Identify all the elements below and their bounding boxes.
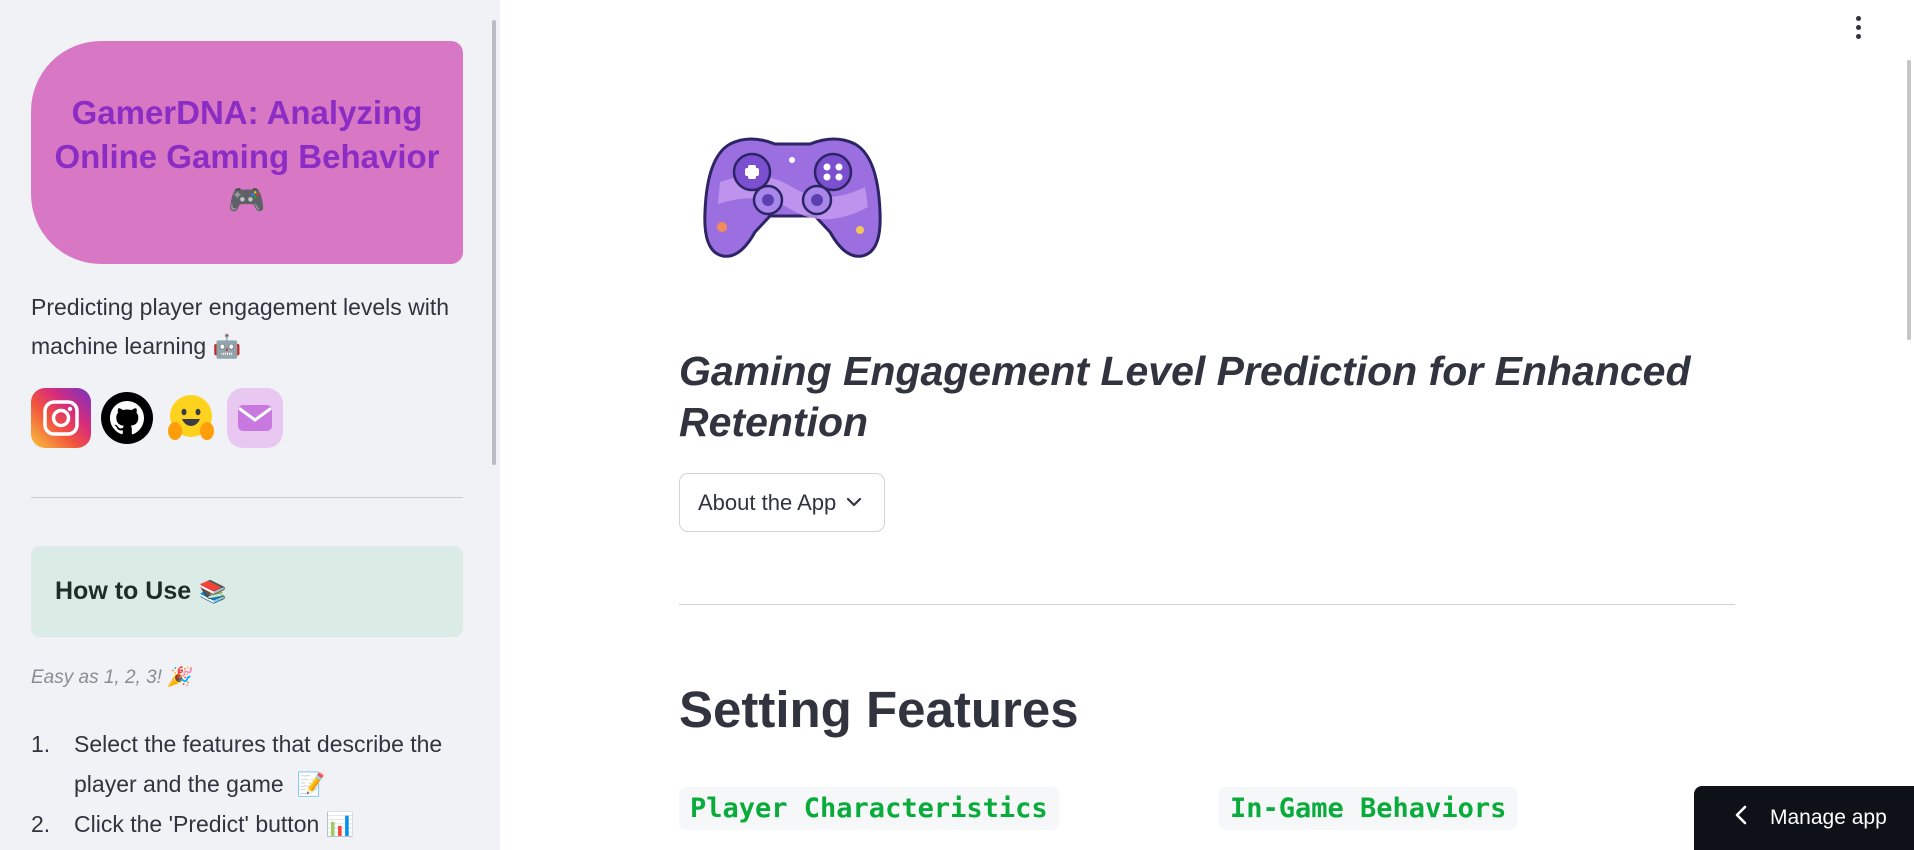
easy-text: Easy as 1, 2, 3! [31, 667, 162, 688]
gamepad-emoji-icon: 🎮 [228, 184, 266, 217]
chart-emoji-icon: 📊 [325, 811, 355, 837]
huggingface-icon[interactable] [163, 388, 219, 448]
steps-list: 1. Select the features that describe the… [31, 724, 471, 844]
step-text-content: Click the 'Predict' button [74, 811, 320, 837]
step-number: 1. [31, 731, 51, 757]
step-text: Click the 'Predict' button 📊 [74, 804, 354, 844]
hero-banner: GamerDNA: Analyzing Online Gaming Behavi… [31, 41, 463, 264]
main-scrollbar[interactable] [1907, 60, 1911, 340]
step-number: 2. [31, 811, 51, 837]
manage-app-label: Manage app [1770, 806, 1887, 829]
more-options-icon[interactable] [1846, 12, 1870, 42]
party-emoji-icon: 🎉 [167, 667, 191, 688]
game-controller-icon [703, 137, 882, 258]
books-emoji-icon: 📚 [199, 578, 227, 604]
robot-emoji-icon: 🤖 [212, 333, 242, 359]
easy-caption: Easy as 1, 2, 3! 🎉 [31, 665, 191, 689]
sidebar: GamerDNA: Analyzing Online Gaming Behavi… [0, 0, 500, 850]
sidebar-scrollbar[interactable] [492, 20, 496, 465]
sidebar-divider [31, 497, 463, 498]
manage-app-button[interactable]: Manage app [1694, 786, 1914, 850]
main-divider [679, 604, 1735, 605]
about-app-expander[interactable]: About the App [679, 473, 885, 532]
github-icon[interactable] [99, 388, 155, 448]
hero-title: GamerDNA: Analyzing Online Gaming Behavi… [54, 94, 440, 175]
instagram-icon[interactable] [31, 388, 91, 448]
chevron-left-icon [1734, 805, 1748, 831]
how-to-use-title: How to Use [55, 577, 192, 605]
how-to-use-box: How to Use 📚 [31, 546, 463, 637]
list-item: 2. Click the 'Predict' button 📊 [31, 804, 471, 844]
page-title: Gaming Engagement Level Prediction for E… [679, 348, 1691, 445]
about-app-label: About the App [698, 489, 837, 515]
list-item: 1. Select the features that describe the… [31, 724, 471, 804]
player-characteristics-label: Player Characteristics [679, 787, 1059, 830]
in-game-behaviors-label: In-Game Behaviors [1219, 787, 1518, 830]
step-text-content: Select the features that describe the pl… [74, 731, 443, 797]
mail-icon[interactable] [227, 388, 283, 448]
step-text: Select the features that describe the pl… [74, 724, 471, 804]
section-heading: Setting Features [679, 681, 1079, 738]
memo-emoji-icon: 📝 [296, 771, 326, 797]
tagline: Predicting player engagement levels with… [31, 288, 471, 366]
chevron-down-icon [846, 494, 862, 512]
social-links [31, 388, 283, 448]
